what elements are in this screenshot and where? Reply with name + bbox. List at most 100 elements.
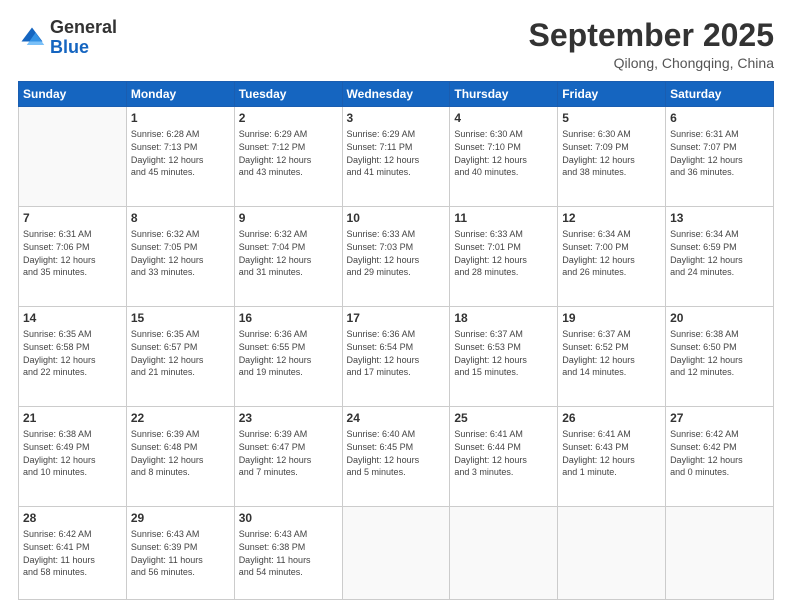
day-number: 17 xyxy=(347,310,446,326)
calendar-cell: 11 Sunrise: 6:33 AM Sunset: 7:01 PM Dayli… xyxy=(450,207,558,307)
logo: General Blue xyxy=(18,18,117,58)
day-info: Sunrise: 6:34 AM Sunset: 7:00 PM Dayligh… xyxy=(562,228,661,278)
day-number: 18 xyxy=(454,310,553,326)
calendar-cell: 25Sunrise: 6:41 AM Sunset: 6:44 PM Dayli… xyxy=(450,407,558,507)
calendar-cell: 9 Sunrise: 6:32 AM Sunset: 7:04 PM Daylig… xyxy=(234,207,342,307)
day-number: 4 xyxy=(454,110,553,126)
day-info: Sunrise: 6:29 AM Sunset: 7:11 PM Dayligh… xyxy=(347,128,446,178)
col-tuesday: Tuesday xyxy=(234,82,342,107)
day-info: Sunrise: 6:39 AM Sunset: 6:48 PM Dayligh… xyxy=(131,428,230,478)
day-info: Sunrise: 6:28 AM Sunset: 7:13 PM Dayligh… xyxy=(131,128,230,178)
week-row-1: 7 Sunrise: 6:31 AM Sunset: 7:06 PM Daylig… xyxy=(19,207,774,307)
day-info: Sunrise: 6:32 AM Sunset: 7:05 PM Dayligh… xyxy=(131,228,230,278)
calendar-cell xyxy=(558,507,666,600)
day-info: Sunrise: 6:31 AM Sunset: 7:06 PM Dayligh… xyxy=(23,228,122,278)
day-number: 14 xyxy=(23,310,122,326)
day-number: 1 xyxy=(131,110,230,126)
week-row-2: 14 Sunrise: 6:35 AM Sunset: 6:58 PM Dayli… xyxy=(19,307,774,407)
calendar-cell: 27 Sunrise: 6:42 AM Sunset: 6:42 PM Dayli… xyxy=(666,407,774,507)
calendar-cell: 16 Sunrise: 6:36 AM Sunset: 6:55 PM Dayli… xyxy=(234,307,342,407)
week-row-4: 28 Sunrise: 6:42 AM Sunset: 6:41 PM Dayli… xyxy=(19,507,774,600)
calendar-cell: 7 Sunrise: 6:31 AM Sunset: 7:06 PM Daylig… xyxy=(19,207,127,307)
day-info: Sunrise: 6:42 AM Sunset: 6:42 PM Dayligh… xyxy=(670,428,769,478)
day-info: Sunrise: 6:43 AM Sunset: 6:39 PM Dayligh… xyxy=(131,528,230,578)
day-info: Sunrise: 6:32 AM Sunset: 7:04 PM Dayligh… xyxy=(239,228,338,278)
calendar-cell: 23Sunrise: 6:39 AM Sunset: 6:47 PM Dayli… xyxy=(234,407,342,507)
day-info: Sunrise: 6:40 AM Sunset: 6:45 PM Dayligh… xyxy=(347,428,446,478)
day-number: 29 xyxy=(131,510,230,526)
calendar-cell: 14 Sunrise: 6:35 AM Sunset: 6:58 PM Dayli… xyxy=(19,307,127,407)
col-thursday: Thursday xyxy=(450,82,558,107)
day-number: 30 xyxy=(239,510,338,526)
day-number: 28 xyxy=(23,510,122,526)
calendar-cell: 19Sunrise: 6:37 AM Sunset: 6:52 PM Dayli… xyxy=(558,307,666,407)
week-row-3: 21Sunrise: 6:38 AM Sunset: 6:49 PM Dayli… xyxy=(19,407,774,507)
logo-icon xyxy=(18,24,46,52)
col-friday: Friday xyxy=(558,82,666,107)
day-number: 23 xyxy=(239,410,338,426)
month-title: September 2025 xyxy=(529,18,774,53)
day-info: Sunrise: 6:41 AM Sunset: 6:43 PM Dayligh… xyxy=(562,428,661,478)
calendar-cell: 8 Sunrise: 6:32 AM Sunset: 7:05 PM Daylig… xyxy=(126,207,234,307)
day-number: 10 xyxy=(347,210,446,226)
page: General Blue September 2025 Qilong, Chon… xyxy=(0,0,792,612)
calendar-cell: 17 Sunrise: 6:36 AM Sunset: 6:54 PM Dayli… xyxy=(342,307,450,407)
col-wednesday: Wednesday xyxy=(342,82,450,107)
day-number: 6 xyxy=(670,110,769,126)
day-number: 26 xyxy=(562,410,661,426)
day-info: Sunrise: 6:30 AM Sunset: 7:10 PM Dayligh… xyxy=(454,128,553,178)
col-monday: Monday xyxy=(126,82,234,107)
calendar-cell: 26 Sunrise: 6:41 AM Sunset: 6:43 PM Dayli… xyxy=(558,407,666,507)
day-number: 12 xyxy=(562,210,661,226)
day-info: Sunrise: 6:35 AM Sunset: 6:57 PM Dayligh… xyxy=(131,328,230,378)
day-info: Sunrise: 6:29 AM Sunset: 7:12 PM Dayligh… xyxy=(239,128,338,178)
calendar-table: Sunday Monday Tuesday Wednesday Thursday… xyxy=(18,81,774,600)
header: General Blue September 2025 Qilong, Chon… xyxy=(18,18,774,71)
calendar-cell: 24 Sunrise: 6:40 AM Sunset: 6:45 PM Dayli… xyxy=(342,407,450,507)
day-info: Sunrise: 6:33 AM Sunset: 7:03 PM Dayligh… xyxy=(347,228,446,278)
day-info: Sunrise: 6:41 AM Sunset: 6:44 PM Dayligh… xyxy=(454,428,553,478)
day-number: 8 xyxy=(131,210,230,226)
day-number: 9 xyxy=(239,210,338,226)
day-number: 27 xyxy=(670,410,769,426)
day-number: 20 xyxy=(670,310,769,326)
logo-text: General Blue xyxy=(50,18,117,58)
calendar-cell: 30 Sunrise: 6:43 AM Sunset: 6:38 PM Dayli… xyxy=(234,507,342,600)
title-block: September 2025 Qilong, Chongqing, China xyxy=(529,18,774,71)
calendar-cell xyxy=(19,107,127,207)
day-number: 7 xyxy=(23,210,122,226)
day-info: Sunrise: 6:31 AM Sunset: 7:07 PM Dayligh… xyxy=(670,128,769,178)
day-info: Sunrise: 6:42 AM Sunset: 6:41 PM Dayligh… xyxy=(23,528,122,578)
calendar-cell: 29 Sunrise: 6:43 AM Sunset: 6:39 PM Dayli… xyxy=(126,507,234,600)
col-sunday: Sunday xyxy=(19,82,127,107)
calendar-cell: 2 Sunrise: 6:29 AM Sunset: 7:12 PM Daylig… xyxy=(234,107,342,207)
day-info: Sunrise: 6:36 AM Sunset: 6:55 PM Dayligh… xyxy=(239,328,338,378)
day-info: Sunrise: 6:43 AM Sunset: 6:38 PM Dayligh… xyxy=(239,528,338,578)
calendar-header-row: Sunday Monday Tuesday Wednesday Thursday… xyxy=(19,82,774,107)
calendar-cell: 6 Sunrise: 6:31 AM Sunset: 7:07 PM Daylig… xyxy=(666,107,774,207)
calendar-cell xyxy=(342,507,450,600)
calendar-cell: 3 Sunrise: 6:29 AM Sunset: 7:11 PM Daylig… xyxy=(342,107,450,207)
day-number: 3 xyxy=(347,110,446,126)
calendar-cell: 4 Sunrise: 6:30 AM Sunset: 7:10 PM Daylig… xyxy=(450,107,558,207)
day-info: Sunrise: 6:36 AM Sunset: 6:54 PM Dayligh… xyxy=(347,328,446,378)
col-saturday: Saturday xyxy=(666,82,774,107)
day-number: 2 xyxy=(239,110,338,126)
day-number: 21 xyxy=(23,410,122,426)
calendar-cell: 1 Sunrise: 6:28 AM Sunset: 7:13 PM Daylig… xyxy=(126,107,234,207)
calendar-cell: 15Sunrise: 6:35 AM Sunset: 6:57 PM Dayli… xyxy=(126,307,234,407)
day-info: Sunrise: 6:34 AM Sunset: 6:59 PM Dayligh… xyxy=(670,228,769,278)
day-info: Sunrise: 6:33 AM Sunset: 7:01 PM Dayligh… xyxy=(454,228,553,278)
day-number: 22 xyxy=(131,410,230,426)
week-row-0: 1 Sunrise: 6:28 AM Sunset: 7:13 PM Daylig… xyxy=(19,107,774,207)
calendar-cell: 18Sunrise: 6:37 AM Sunset: 6:53 PM Dayli… xyxy=(450,307,558,407)
calendar-cell: 20 Sunrise: 6:38 AM Sunset: 6:50 PM Dayli… xyxy=(666,307,774,407)
day-info: Sunrise: 6:35 AM Sunset: 6:58 PM Dayligh… xyxy=(23,328,122,378)
day-number: 11 xyxy=(454,210,553,226)
calendar-cell: 12 Sunrise: 6:34 AM Sunset: 7:00 PM Dayli… xyxy=(558,207,666,307)
calendar-cell xyxy=(450,507,558,600)
calendar-cell: 21Sunrise: 6:38 AM Sunset: 6:49 PM Dayli… xyxy=(19,407,127,507)
day-number: 24 xyxy=(347,410,446,426)
day-number: 16 xyxy=(239,310,338,326)
day-info: Sunrise: 6:38 AM Sunset: 6:50 PM Dayligh… xyxy=(670,328,769,378)
